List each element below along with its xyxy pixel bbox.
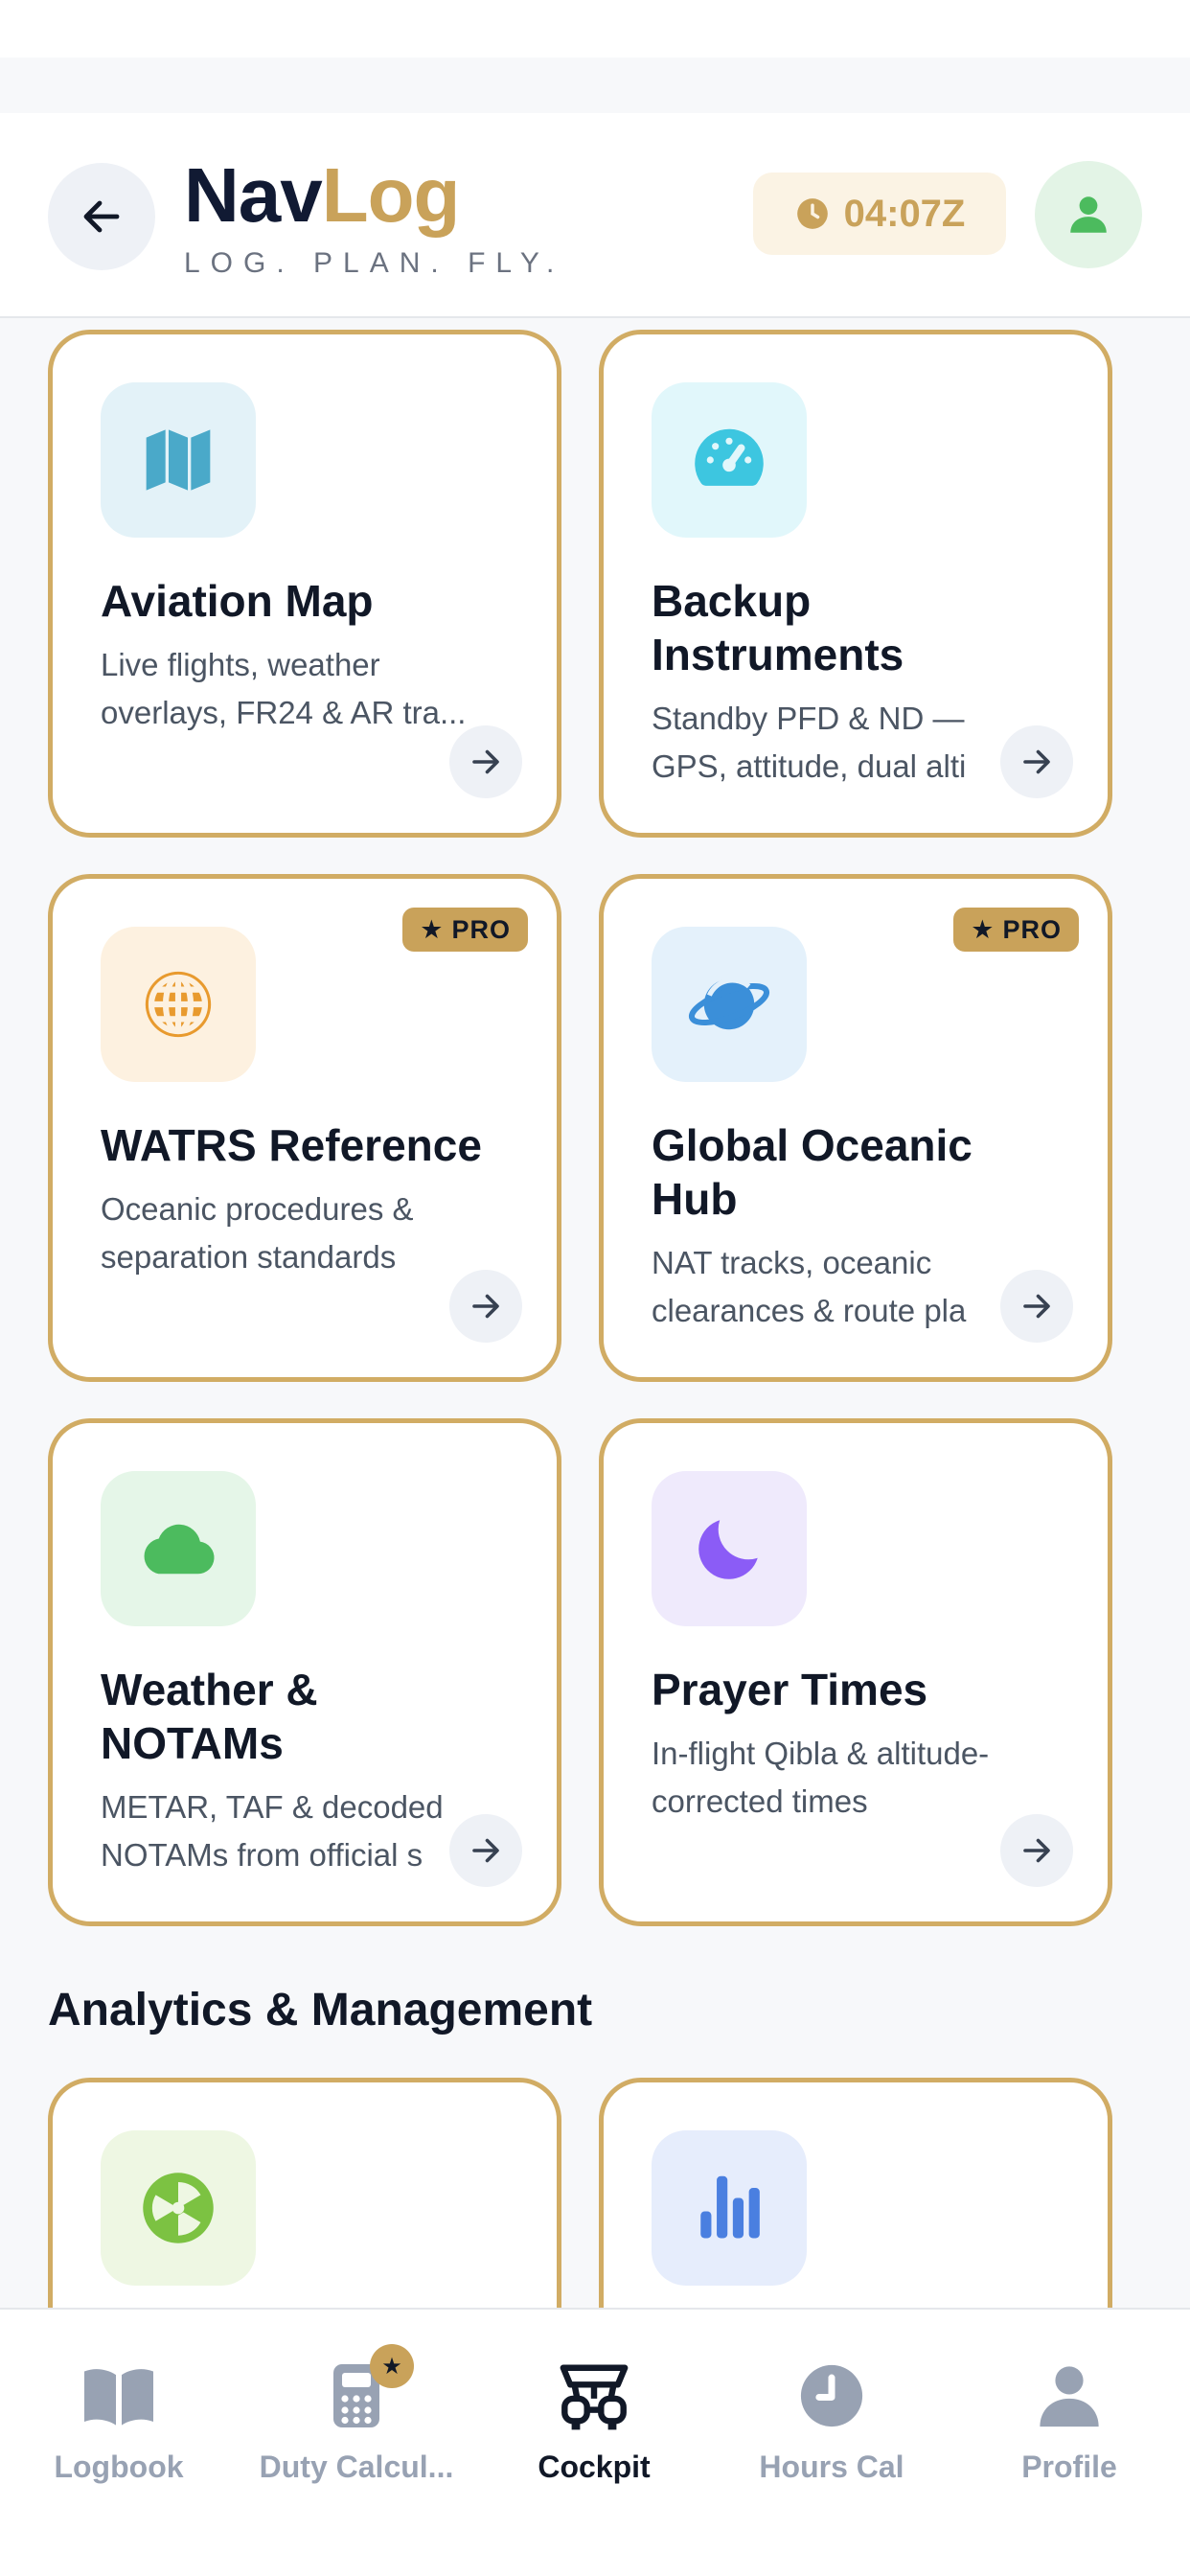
card-open-button[interactable] xyxy=(1000,1270,1073,1343)
pro-badge: ★ PRO xyxy=(953,908,1079,952)
card-weather-notams[interactable]: Weather & NOTAMs METAR, TAF & decoded NO… xyxy=(48,1418,561,1926)
book-icon xyxy=(80,2358,157,2434)
brand-logo: NavLog LOG. PLAN. FLY. xyxy=(184,157,564,280)
bottom-tab-bar: Logbook ★ Duty Calcul... Cockpit Hours C… xyxy=(0,2308,1190,2576)
tab-label: Profile xyxy=(1021,2450,1117,2484)
brand-tagline: LOG. PLAN. FLY. xyxy=(184,247,565,279)
card-open-button[interactable] xyxy=(1000,1814,1073,1887)
tab-label: Duty Calcul... xyxy=(259,2450,454,2484)
card-icon-tile xyxy=(652,382,807,538)
arrow-right-icon xyxy=(1023,749,1050,774)
pro-badge-label: PRO xyxy=(451,914,511,944)
tab-hours-cal[interactable]: Hours Cal xyxy=(713,2358,950,2485)
tab-cockpit[interactable]: Cockpit xyxy=(475,2358,713,2485)
status-bar-area xyxy=(0,0,1190,58)
card-icon-tile xyxy=(101,382,256,538)
card-title: Prayer Times xyxy=(652,1665,928,1714)
card-title: Aviation Map xyxy=(101,576,374,626)
globe-icon xyxy=(145,971,212,1038)
bar-chart-icon xyxy=(700,2175,760,2239)
tab-profile[interactable]: Profile xyxy=(950,2358,1188,2485)
card-description: In-flight Qibla & altitude- corrected ti… xyxy=(652,1736,990,1819)
card-backup-instruments[interactable]: Backup Instruments Standby PFD & ND — GP… xyxy=(599,330,1112,838)
arrow-right-icon xyxy=(472,1294,499,1319)
person-icon xyxy=(1070,196,1107,233)
pro-badge: ★ PRO xyxy=(402,908,528,952)
pro-badge-label: PRO xyxy=(1002,914,1062,944)
card-icon-tile xyxy=(101,927,256,1082)
card-title: Backup Instruments xyxy=(652,576,904,679)
card-title: Weather & NOTAMs xyxy=(101,1665,318,1768)
card-description: Oceanic procedures & separation standard… xyxy=(101,1191,414,1275)
moon-icon xyxy=(698,1520,758,1579)
brand-title-nav: Nav xyxy=(184,152,323,238)
premium-star-badge: ★ xyxy=(370,2344,414,2388)
back-button[interactable] xyxy=(48,163,155,270)
arrow-right-icon xyxy=(472,1838,499,1863)
star-icon: ★ xyxy=(971,914,995,944)
card-icon-tile xyxy=(101,2130,256,2286)
card-aviation-map[interactable]: Aviation Map Live flights, weather overl… xyxy=(48,330,561,838)
arrow-left-icon xyxy=(83,200,120,233)
brand-title-log: Log xyxy=(321,152,461,238)
card-description: Live flights, weather overlays, FR24 & A… xyxy=(101,647,467,730)
card-title: WATRS Reference xyxy=(101,1120,482,1170)
star-icon: ★ xyxy=(420,914,445,944)
planet-icon xyxy=(688,978,770,1030)
cloud-icon xyxy=(144,1524,215,1575)
clock-icon xyxy=(793,2358,870,2434)
tab-label: Hours Cal xyxy=(759,2450,904,2484)
calculator-icon: ★ xyxy=(318,2344,414,2434)
utc-time-pill[interactable]: 04:07Z xyxy=(753,172,1006,255)
gauge-icon xyxy=(695,428,764,486)
radiation-icon xyxy=(143,2173,214,2243)
card-open-button[interactable] xyxy=(449,725,522,798)
tab-label: Logbook xyxy=(54,2450,184,2484)
clock-icon xyxy=(796,198,828,229)
map-icon xyxy=(146,429,211,491)
card-icon-tile xyxy=(652,1471,807,1626)
arrow-right-icon xyxy=(1023,1294,1050,1319)
brand-title: NavLog xyxy=(184,157,564,234)
card-prayer-times[interactable]: Prayer Times In-flight Qibla & altitude-… xyxy=(599,1418,1112,1926)
section-title-analytics: Analytics & Management xyxy=(48,1985,593,2036)
cockpit-icon xyxy=(556,2358,632,2434)
tab-logbook[interactable]: Logbook xyxy=(0,2358,238,2485)
user-avatar-button[interactable] xyxy=(1035,161,1142,268)
card-icon-tile xyxy=(652,927,807,1082)
app-header: NavLog LOG. PLAN. FLY. 04:07Z xyxy=(0,113,1190,318)
card-icon-tile xyxy=(652,2130,807,2286)
tab-label: Cockpit xyxy=(538,2450,651,2484)
card-open-button[interactable] xyxy=(1000,725,1073,798)
card-watrs-reference[interactable]: ★ PRO WATRS Reference Oceanic procedures … xyxy=(48,874,561,1382)
card-open-button[interactable] xyxy=(449,1270,522,1343)
card-global-oceanic-hub[interactable]: ★ PRO Global Oceanic Hub NAT tracks, ocea… xyxy=(599,874,1112,1382)
card-open-button[interactable] xyxy=(449,1814,522,1887)
arrow-right-icon xyxy=(1023,1838,1050,1863)
arrow-right-icon xyxy=(472,749,499,774)
card-icon-tile xyxy=(101,1471,256,1626)
tab-duty-calculator[interactable]: ★ Duty Calcul... xyxy=(238,2344,475,2485)
person-icon xyxy=(1031,2358,1108,2434)
utc-time-text: 04:07Z xyxy=(843,192,966,235)
card-title: Global Oceanic Hub xyxy=(652,1120,973,1224)
